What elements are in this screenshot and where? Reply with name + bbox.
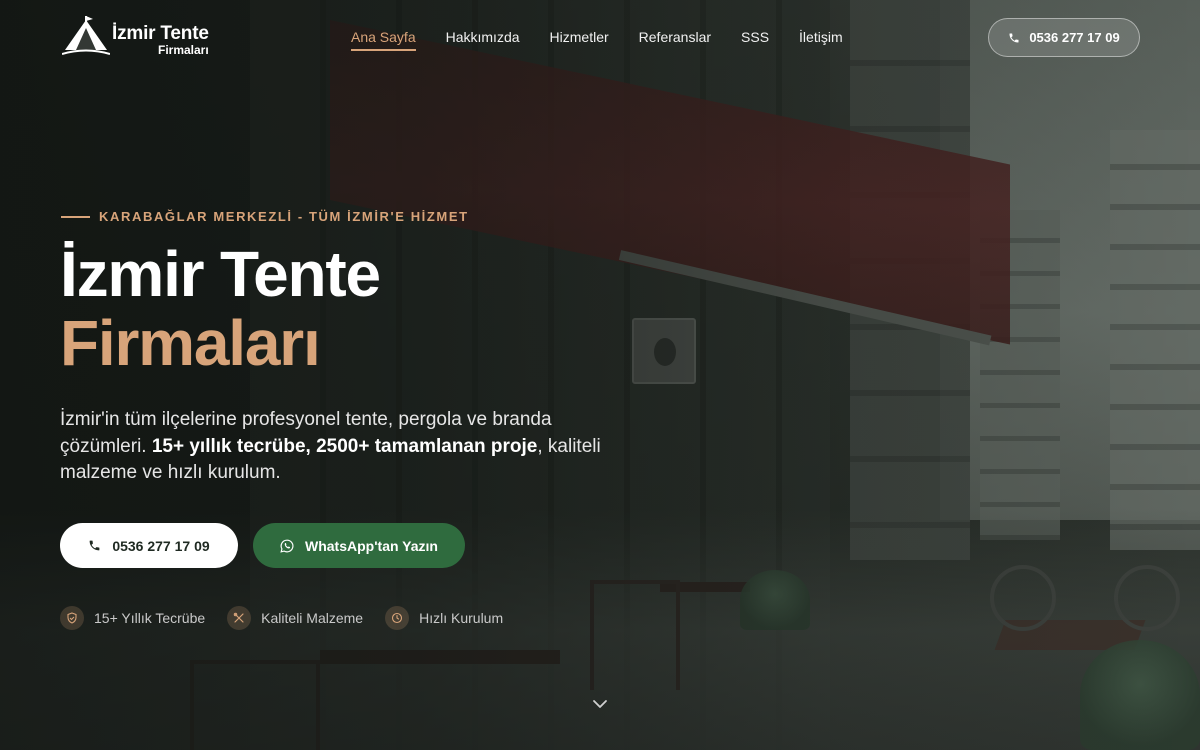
phone-icon <box>1008 32 1020 44</box>
site-header: İzmir Tente Firmaları Ana Sayfa Hakkımız… <box>0 0 1200 76</box>
logo-link[interactable]: İzmir Tente Firmaları <box>62 16 209 56</box>
scroll-down-chevron-icon[interactable] <box>591 697 609 711</box>
feature-label: 15+ Yıllık Tecrübe <box>94 610 206 626</box>
hero-title: İzmir Tente Firmaları <box>60 238 381 379</box>
feature-item: 15+ Yıllık Tecrübe <box>60 606 205 630</box>
nav-item-hakkimizda[interactable]: Hakkımızda <box>446 29 520 51</box>
whatsapp-button[interactable]: WhatsApp'tan Yazın <box>253 523 465 568</box>
feature-list: 15+ Yıllık Tecrübe Kaliteli Malzeme Hızl… <box>60 606 503 630</box>
nav-item-sss[interactable]: SSS <box>741 29 769 51</box>
nav-item-ana-sayfa[interactable]: Ana Sayfa <box>351 29 416 51</box>
nav-item-referanslar[interactable]: Referanslar <box>639 29 711 51</box>
logo-title: İzmir Tente <box>112 23 209 44</box>
hero-description: İzmir'in tüm ilçelerine profesyonel tent… <box>60 407 620 487</box>
main-nav: Ana Sayfa Hakkımızda Hizmetler Referansl… <box>351 29 843 51</box>
feature-item: Kaliteli Malzeme <box>227 606 363 630</box>
feature-label: Kaliteli Malzeme <box>261 610 364 626</box>
logo-text: İzmir Tente Firmaları <box>112 24 209 56</box>
call-button-label: 0536 277 17 09 <box>112 537 210 554</box>
whatsapp-icon <box>280 539 294 553</box>
call-button[interactable]: 0536 277 17 09 <box>60 523 238 568</box>
hero-eyebrow: KARABAĞLAR MERKEZLİ - TÜM İZMİR'E HİZMET <box>61 209 469 224</box>
header-phone-number: 0536 277 17 09 <box>1029 30 1120 45</box>
feature-item: Hızlı Kurulum <box>385 606 503 630</box>
tent-logo-icon <box>62 16 110 56</box>
hero-title-line2: Firmaları <box>60 307 321 379</box>
eyebrow-line <box>61 215 90 218</box>
feature-label: Hızlı Kurulum <box>419 610 504 626</box>
phone-icon <box>88 539 101 552</box>
nav-item-hizmetler[interactable]: Hizmetler <box>550 29 609 51</box>
hero-title-line1: İzmir Tente <box>60 238 381 310</box>
clock-icon <box>385 606 410 630</box>
hero-description-highlight: 15+ yıllık tecrübe, 2500+ tamamlanan pro… <box>151 435 538 457</box>
logo-subtitle: Firmaları <box>157 43 209 57</box>
tools-icon <box>227 606 252 630</box>
header-phone-button[interactable]: 0536 277 17 09 <box>988 18 1140 57</box>
eyebrow-text: KARABAĞLAR MERKEZLİ - TÜM İZMİR'E HİZMET <box>99 209 469 224</box>
whatsapp-button-label: WhatsApp'tan Yazın <box>305 537 438 554</box>
nav-item-iletisim[interactable]: İletişim <box>799 29 843 51</box>
shield-check-icon <box>60 606 84 630</box>
